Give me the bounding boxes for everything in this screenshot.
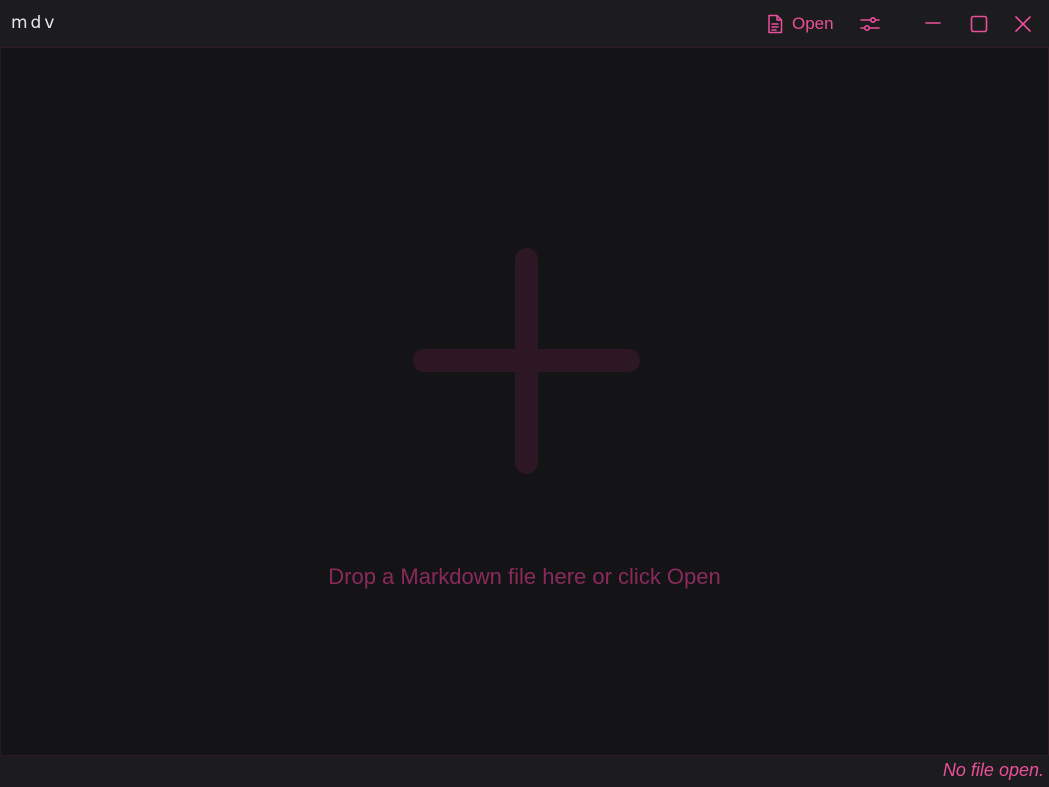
maximize-button[interactable] bbox=[966, 11, 992, 37]
maximize-icon bbox=[970, 15, 988, 33]
close-icon bbox=[1015, 16, 1031, 32]
app-title: mdv bbox=[11, 13, 58, 33]
main-content: Drop a Markdown file here or click Open bbox=[0, 47, 1049, 756]
open-button[interactable]: Open bbox=[766, 11, 834, 37]
app-window: mdv Open Drop a Markdown file here or cl… bbox=[0, 0, 1049, 787]
minimize-icon bbox=[925, 22, 941, 24]
status-text: No file open. bbox=[942, 760, 1044, 780]
sliders-icon bbox=[860, 17, 880, 32]
minimize-button[interactable] bbox=[920, 11, 946, 37]
drop-zone[interactable]: Drop a Markdown file here or click Open bbox=[1, 48, 1048, 755]
open-button-label: Open bbox=[792, 14, 834, 33]
file-text-icon bbox=[768, 14, 783, 34]
close-button[interactable] bbox=[1010, 11, 1036, 37]
settings-button[interactable] bbox=[858, 12, 882, 36]
status-bar: No file open. bbox=[0, 756, 1049, 787]
plus-icon bbox=[413, 248, 640, 474]
drop-hint: Drop a Markdown file here or click Open bbox=[328, 564, 721, 589]
title-bar[interactable]: mdv Open bbox=[0, 0, 1049, 47]
